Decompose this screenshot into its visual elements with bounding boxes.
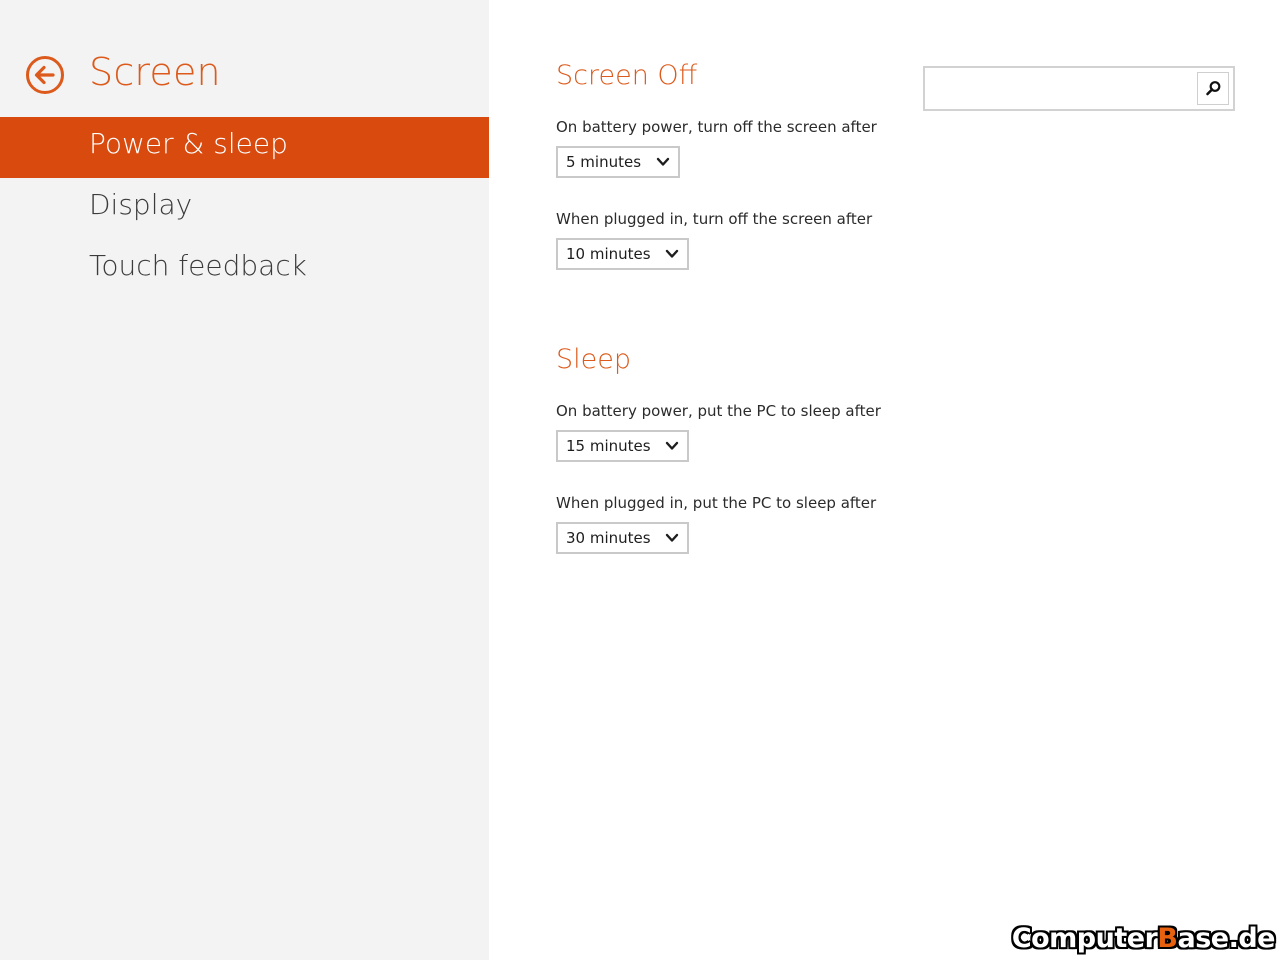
search-box: [923, 66, 1235, 111]
sidebar-item-label: Touch feedback: [89, 249, 307, 282]
page-title: Screen: [89, 50, 221, 94]
search-icon: [1206, 81, 1221, 96]
watermark-logo: ComputerBase.de: [1011, 923, 1276, 954]
chevron-down-icon: [656, 157, 670, 166]
search-button[interactable]: [1197, 72, 1229, 105]
screen-off-plugged-dropdown[interactable]: 10 minutes: [556, 238, 689, 270]
search-input[interactable]: [929, 72, 1193, 107]
sleep-heading: Sleep: [556, 344, 632, 375]
screen-off-heading: Screen Off: [556, 60, 698, 91]
pc-settings-window: Screen Power & sleep Display Touch feedb…: [0, 0, 1280, 960]
chevron-down-icon: [665, 533, 679, 542]
chevron-down-icon: [665, 249, 679, 258]
chevron-down-icon: [665, 441, 679, 450]
watermark-text-3: ase.de: [1177, 923, 1276, 954]
sidebar-item-touch-feedback[interactable]: Touch feedback: [0, 239, 489, 300]
content-pane: Screen Off On battery power, turn off th…: [489, 0, 1280, 960]
sidebar-item-label: Display: [89, 188, 193, 221]
dropdown-value: 5 minutes: [566, 153, 642, 171]
screen-off-battery-dropdown[interactable]: 5 minutes: [556, 146, 680, 178]
dropdown-value: 15 minutes: [566, 437, 651, 455]
back-arrow-icon: [26, 56, 64, 94]
watermark-text-2: B: [1157, 923, 1178, 954]
sidebar-item-power-sleep[interactable]: Power & sleep: [0, 117, 489, 178]
dropdown-value: 30 minutes: [566, 529, 651, 547]
sleep-battery-label: On battery power, put the PC to sleep af…: [556, 402, 881, 420]
watermark-text-1: Computer: [1011, 923, 1158, 954]
dropdown-value: 10 minutes: [566, 245, 651, 263]
sidebar: Screen Power & sleep Display Touch feedb…: [0, 0, 489, 960]
screen-off-battery-label: On battery power, turn off the screen af…: [556, 118, 877, 136]
screen-off-plugged-label: When plugged in, turn off the screen aft…: [556, 210, 873, 228]
sidebar-item-label: Power & sleep: [89, 127, 288, 160]
sleep-battery-dropdown[interactable]: 15 minutes: [556, 430, 689, 462]
back-button[interactable]: [25, 55, 65, 95]
sleep-plugged-dropdown[interactable]: 30 minutes: [556, 522, 689, 554]
sleep-plugged-label: When plugged in, put the PC to sleep aft…: [556, 494, 877, 512]
sidebar-item-display[interactable]: Display: [0, 178, 489, 239]
